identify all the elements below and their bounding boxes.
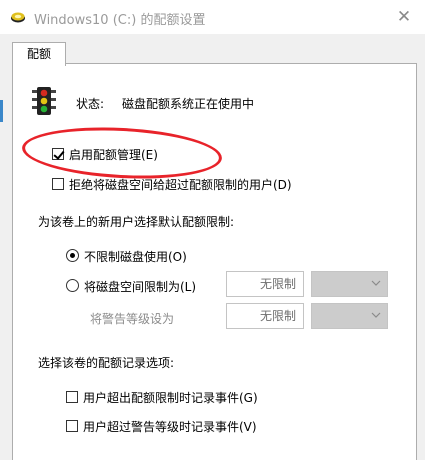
chevron-down-icon <box>371 280 381 286</box>
no-limit-label[interactable]: 不限制磁盘使用(O) <box>84 248 187 265</box>
enable-quota-checkbox[interactable] <box>52 148 64 160</box>
log-over-limit-label[interactable]: 用户超出配额限制时记录事件(G) <box>83 389 258 406</box>
log-over-warning-checkbox[interactable] <box>66 420 78 432</box>
limit-space-input[interactable]: 无限制 <box>226 271 304 297</box>
log-over-limit-checkbox[interactable] <box>66 391 78 403</box>
tab-quota[interactable]: 配额 <box>12 42 66 66</box>
tab-strip: 配额 <box>0 34 425 66</box>
limit-space-radio[interactable] <box>66 279 79 292</box>
status-label: 状态: <box>76 97 105 111</box>
deny-space-label[interactable]: 拒绝将磁盘空间给超过配额限制的用户(D) <box>69 176 292 193</box>
quota-settings-window: Windows10 (C:) 的配额设置 ✕ 配额 状态: 磁盘配额系统正在使用… <box>0 0 425 460</box>
enable-quota-label[interactable]: 启用配额管理(E) <box>69 146 158 163</box>
status-value: 磁盘配额系统正在使用中 <box>122 97 255 111</box>
no-limit-radio[interactable] <box>66 249 79 262</box>
warning-level-label: 将警告等级设为 <box>90 312 175 326</box>
warning-level-unit-select[interactable] <box>311 303 388 329</box>
title-bar: Windows10 (C:) 的配额设置 ✕ <box>0 0 425 34</box>
drive-icon <box>11 12 25 23</box>
limit-space-label[interactable]: 将磁盘空间限制为(L) <box>84 278 196 295</box>
warning-level-input[interactable]: 无限制 <box>226 303 304 329</box>
default-limits-heading: 为该卷上的新用户选择默认配额限制: <box>38 215 235 229</box>
traffic-light-icon <box>32 87 56 115</box>
logging-options-heading: 选择该卷的配额记录选项: <box>38 356 175 370</box>
close-button[interactable]: ✕ <box>389 2 419 32</box>
log-over-warning-label[interactable]: 用户超过警告等级时记录事件(V) <box>83 418 257 435</box>
window-title: Windows10 (C:) 的配额设置 <box>34 13 206 28</box>
window-edge-accent <box>0 100 3 122</box>
deny-space-checkbox[interactable] <box>52 178 64 190</box>
chevron-down-icon <box>371 312 381 318</box>
limit-space-unit-select[interactable] <box>311 271 388 297</box>
